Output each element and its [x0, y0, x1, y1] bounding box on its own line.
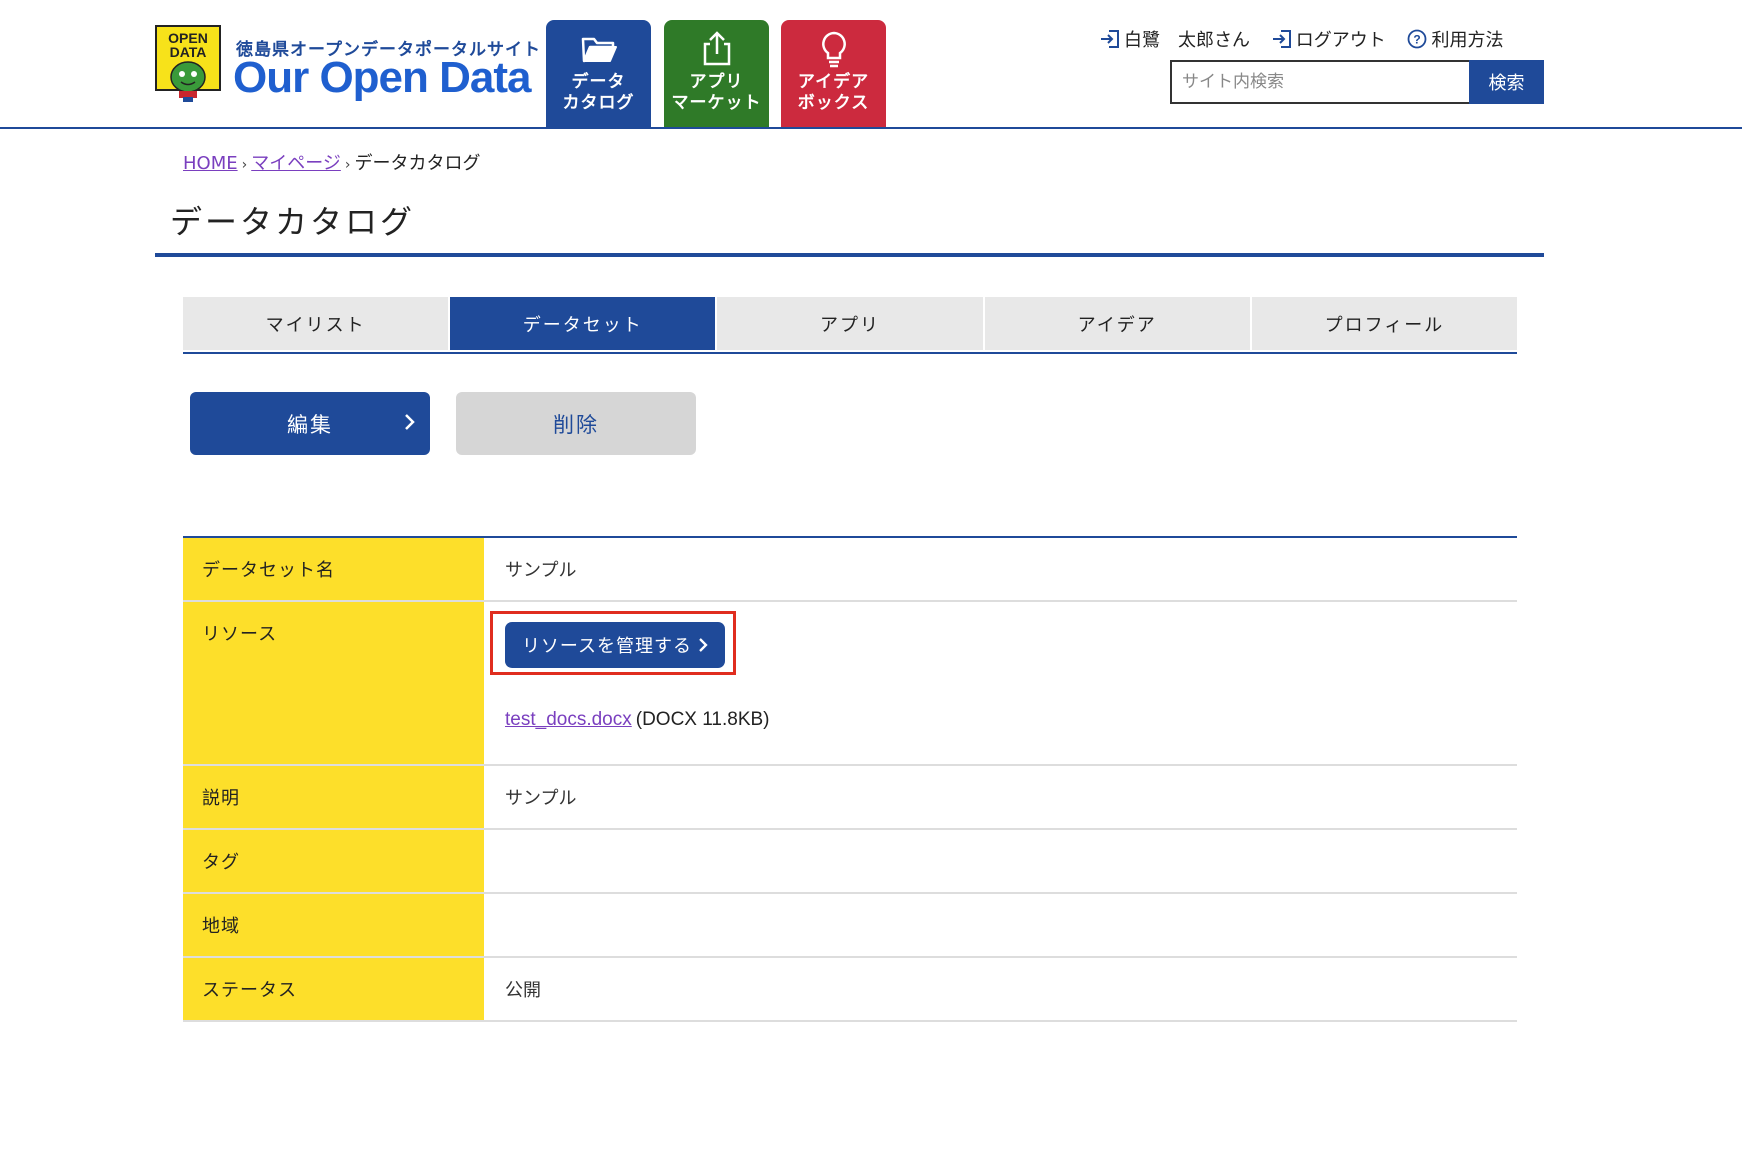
lightbulb-icon — [821, 31, 846, 68]
logo-title: Our Open Data — [233, 53, 531, 102]
site-search-input[interactable] — [1170, 60, 1469, 104]
breadcrumb-current: データカタログ — [354, 153, 481, 174]
title-divider — [155, 253, 1544, 257]
resource-file-meta: (DOCX 11.8KB) — [635, 709, 770, 730]
svg-text:DATA: DATA — [170, 44, 207, 60]
detail-row-tag: タグ — [183, 830, 1517, 894]
svg-text:?: ? — [1414, 33, 1421, 47]
nav-idea-box[interactable]: アイデア ボックス — [781, 20, 886, 127]
mypage-tabs: マイリスト データセット アプリ アイデア プロフィール — [183, 297, 1518, 354]
folder-open-icon — [581, 37, 617, 63]
delete-button-label: 削除 — [553, 412, 599, 437]
page-title: データカタログ — [170, 203, 416, 241]
site-search-button[interactable]: 検索 — [1469, 60, 1544, 104]
delete-button[interactable]: 削除 — [456, 392, 696, 455]
detail-row-area: 地域 — [183, 894, 1517, 958]
login-arrow-icon — [1101, 30, 1119, 48]
breadcrumb: HOME › マイページ › データカタログ — [183, 149, 480, 175]
area-value — [486, 894, 1517, 956]
tab-mylist[interactable]: マイリスト — [183, 297, 451, 350]
edit-button[interactable]: 編集 — [190, 392, 430, 455]
help-link[interactable]: ? 利用方法 — [1407, 26, 1503, 52]
status-value: 公開 — [505, 980, 541, 1001]
nav-data-catalog[interactable]: データ カタログ — [546, 20, 651, 127]
status-label: ステータス — [183, 958, 486, 1020]
logout-link[interactable]: ログアウト — [1272, 26, 1386, 52]
tag-label: タグ — [183, 830, 486, 892]
tab-idea[interactable]: アイデア — [984, 297, 1252, 350]
tag-value — [486, 830, 1517, 892]
detail-row-resource: リソース リソースを管理する test_docs.docx (DOCX 11.8K… — [183, 602, 1517, 766]
resource-file: test_docs.docx (DOCX 11.8KB) — [505, 709, 770, 731]
help-label: 利用方法 — [1431, 30, 1504, 51]
site-header: OPEN DATA 徳島県オープンデータポータルサイト Our Open Dat… — [0, 0, 1742, 129]
description-value: サンプル — [505, 788, 577, 809]
detail-row-dataset-name: データセット名 サンプル — [183, 538, 1517, 602]
tab-dataset[interactable]: データセット — [450, 297, 718, 350]
tab-profile[interactable]: プロフィール — [1251, 297, 1518, 350]
manage-resources-label: リソースを管理する — [521, 636, 693, 657]
resource-label: リソース — [183, 602, 486, 764]
site-logo[interactable]: OPEN DATA 徳島県オープンデータポータルサイト Our Open Dat… — [155, 25, 540, 107]
dataset-detail-table: データセット名 サンプル リソース リソースを管理する test_docs.do… — [183, 536, 1517, 1022]
dataset-name-value: サンプル — [505, 560, 577, 581]
site-search: 検索 — [1170, 60, 1544, 104]
chevron-right-icon — [405, 414, 415, 430]
chevron-right-icon — [699, 638, 708, 652]
logout-label: ログアウト — [1295, 30, 1386, 51]
detail-row-description: 説明 サンプル — [183, 766, 1517, 830]
help-circle-icon: ? — [1408, 29, 1427, 49]
description-label: 説明 — [183, 766, 486, 828]
detail-row-status: ステータス 公開 — [183, 958, 1517, 1022]
edit-button-label: 編集 — [287, 412, 333, 437]
open-data-mascot-logo: OPEN DATA — [155, 25, 221, 102]
user-name: 白鷺 太郎さん — [1124, 30, 1250, 51]
nav-data-catalog-label: データ カタログ — [562, 72, 635, 113]
user-profile-link[interactable]: 白鷺 太郎さん — [1100, 26, 1250, 52]
breadcrumb-home[interactable]: HOME — [183, 153, 238, 174]
user-links: 白鷺 太郎さん ログアウト ? 利用方法 — [1100, 26, 1519, 52]
breadcrumb-separator: › — [241, 157, 248, 173]
share-upload-icon — [703, 31, 730, 66]
resource-file-link[interactable]: test_docs.docx — [505, 709, 632, 730]
nav-idea-box-label: アイデア ボックス — [797, 72, 870, 113]
manage-resources-button[interactable]: リソースを管理する — [505, 622, 725, 668]
tab-app[interactable]: アプリ — [717, 297, 985, 350]
area-label: 地域 — [183, 894, 486, 956]
nav-app-market[interactable]: アプリ マーケット — [664, 20, 769, 127]
logout-arrow-icon — [1272, 30, 1291, 48]
dataset-name-label: データセット名 — [183, 538, 486, 600]
nav-app-market-label: アプリ マーケット — [671, 72, 762, 113]
breadcrumb-separator: › — [344, 157, 351, 173]
breadcrumb-mypage[interactable]: マイページ — [251, 153, 341, 174]
